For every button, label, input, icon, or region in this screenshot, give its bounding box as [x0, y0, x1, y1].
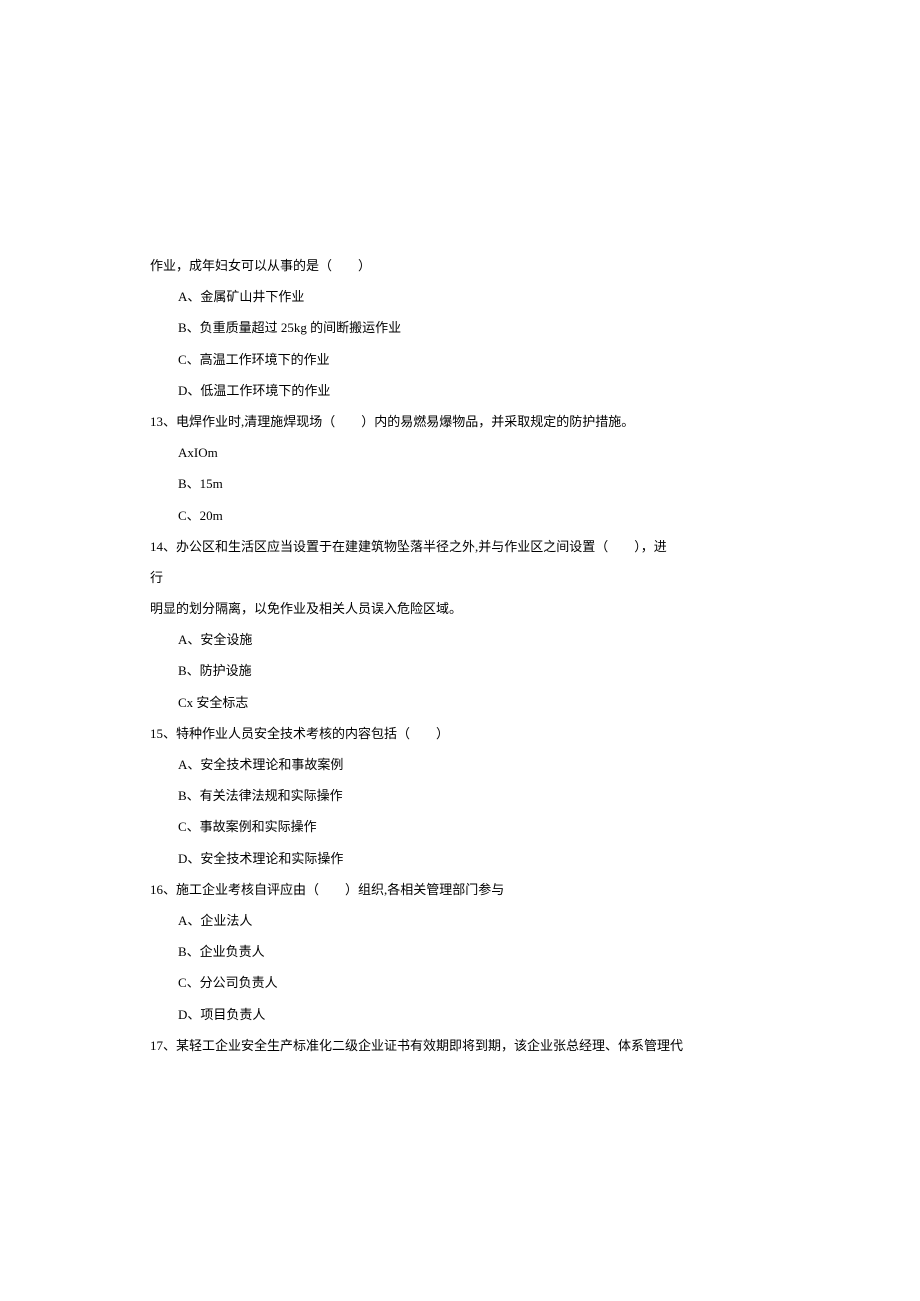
q13-option-c: C、20m: [150, 500, 770, 531]
q13-option-b: B、15m: [150, 468, 770, 499]
q12-option-b: B、负重质量超过 25kg 的间断搬运作业: [150, 312, 770, 343]
q16-option-a: A、企业法人: [150, 905, 770, 936]
q13-option-a: AxIOm: [150, 437, 770, 468]
q15-option-c: C、事故案例和实际操作: [150, 811, 770, 842]
q17-stem: 17、某轻工企业安全生产标准化二级企业证书有效期即将到期，该企业张总经理、体系管…: [150, 1030, 770, 1061]
q15-option-a: A、安全技术理论和事故案例: [150, 749, 770, 780]
q14-option-b: B、防护设施: [150, 655, 770, 686]
q12-option-a: A、金属矿山井下作业: [150, 281, 770, 312]
q12-stem: 作业，成年妇女可以从事的是（ ）: [150, 250, 770, 281]
q15-option-b: B、有关法律法规和实际操作: [150, 780, 770, 811]
q12-option-d: D、低温工作环境下的作业: [150, 375, 770, 406]
q15-stem: 15、特种作业人员安全技术考核的内容包括（ ）: [150, 718, 770, 749]
q16-option-c: C、分公司负责人: [150, 967, 770, 998]
q14-stem-line1: 14、办公区和生活区应当设置于在建建筑物坠落半径之外,并与作业区之间设置（ ），…: [150, 531, 770, 562]
q16-option-d: D、项目负责人: [150, 999, 770, 1030]
q13-stem: 13、电焊作业时,清理施焊现场（ ）内的易燃易爆物品，并采取规定的防护措施。: [150, 406, 770, 437]
q15-option-d: D、安全技术理论和实际操作: [150, 843, 770, 874]
q14-option-a: A、安全设施: [150, 624, 770, 655]
q14-stem-line3: 明显的划分隔离，以免作业及相关人员误入危险区域。: [150, 593, 770, 624]
q16-stem: 16、施工企业考核自评应由（ ）组织,各相关管理部门参与: [150, 874, 770, 905]
q14-stem-line2: 行: [150, 562, 770, 593]
q16-option-b: B、企业负责人: [150, 936, 770, 967]
q12-option-c: C、高温工作环境下的作业: [150, 344, 770, 375]
q14-option-c: Cx 安全标志: [150, 687, 770, 718]
